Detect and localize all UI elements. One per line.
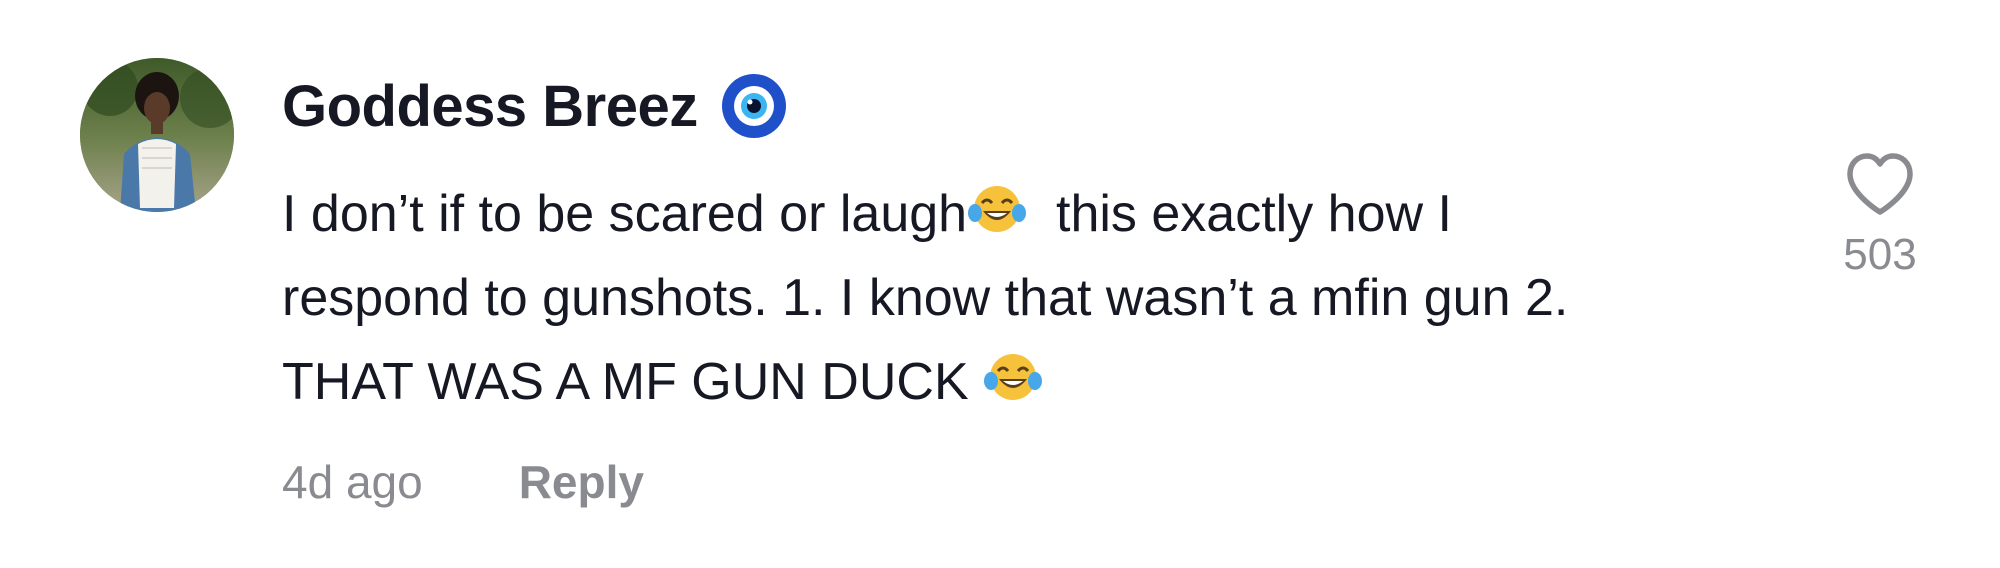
comment-text-segment: respond to gunshots. 1. I know that wasn… (282, 269, 1569, 327)
comment-item: Goddess Breez I don’t if to be scared or… (0, 0, 2000, 568)
comment-text-line: I don’t if to be scared or laugh this ex… (282, 172, 1802, 256)
author-name[interactable]: Goddess Breez (282, 73, 698, 140)
comment-text-segment: this exactly how I (1056, 185, 1452, 243)
comment-text-segment: I don’t if to be scared or laugh (282, 185, 968, 243)
heart-outline-icon[interactable] (1842, 150, 1918, 220)
comment-text: I don’t if to be scared or laugh this ex… (282, 172, 1802, 424)
comment-text-line: THAT WAS A MF GUN DUCK (282, 340, 1802, 424)
like-count: 503 (1843, 230, 1917, 279)
comment-text-segment: THAT WAS A MF GUN DUCK (282, 353, 969, 411)
avatar[interactable] (80, 58, 234, 212)
comment-meta: 4d ago Reply (282, 450, 644, 514)
timestamp: 4d ago (282, 456, 423, 508)
nazar-evil-eye-icon (720, 72, 788, 140)
face-with-tears-of-joy-icon (983, 351, 1043, 403)
reply-button[interactable]: Reply (519, 455, 644, 509)
author-row: Goddess Breez (282, 66, 788, 146)
like-button[interactable]: 503 (1830, 150, 1930, 280)
comment-text-line: respond to gunshots. 1. I know that wasn… (282, 256, 1802, 340)
face-with-tears-of-joy-icon (967, 183, 1027, 235)
